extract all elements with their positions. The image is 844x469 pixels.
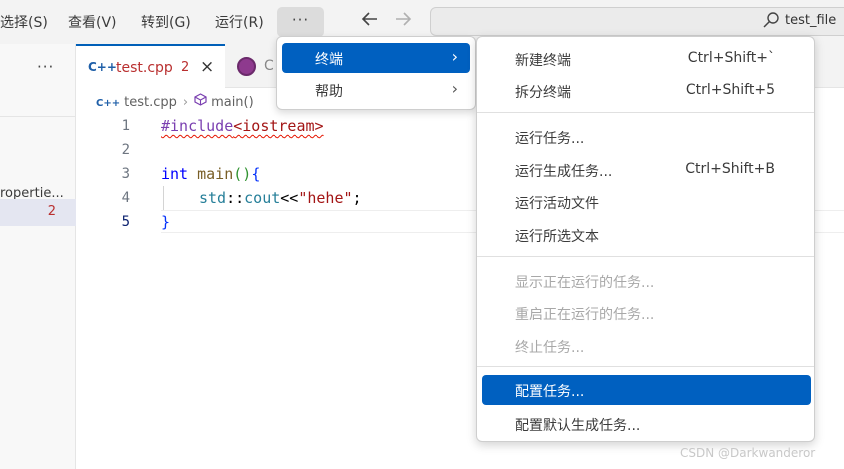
menu-item-label: 配置默认生成任务... bbox=[515, 418, 641, 434]
sidebar: ··· ropertie... 2 bbox=[0, 44, 76, 469]
arrow-right-icon[interactable] bbox=[394, 11, 412, 32]
menu-item-label: 帮助 bbox=[315, 84, 343, 100]
menu-item-configure-tasks[interactable]: 配置任务... bbox=[482, 375, 811, 405]
terminal-submenu: 新建终端 Ctrl+Shift+` 拆分终端 Ctrl+Shift+5 运行任务… bbox=[476, 36, 815, 442]
more-menus-dropdown: 终端 › 帮助 › bbox=[276, 36, 476, 110]
tab-label-second[interactable]: C bbox=[264, 58, 274, 74]
menu-item-shortcut: Ctrl+Shift+5 bbox=[685, 82, 775, 98]
line-number-current: 5 bbox=[121, 214, 130, 230]
menu-selection[interactable]: 选择(S) bbox=[0, 12, 48, 32]
menu-item-label: 运行任务... bbox=[515, 131, 585, 147]
symbol-method-icon bbox=[194, 93, 207, 110]
problem-count-badge: 2 bbox=[47, 204, 56, 219]
menu-run[interactable]: 运行(R) bbox=[215, 12, 264, 32]
more-menus-button[interactable]: ··· bbox=[277, 7, 324, 37]
scope-operator: :: bbox=[226, 189, 245, 207]
chevron-right-icon: › bbox=[182, 95, 189, 110]
code-line-3: int main(){ bbox=[161, 165, 260, 183]
line-number: 4 bbox=[121, 190, 130, 206]
search-label: test_file bbox=[785, 13, 837, 28]
menu-go[interactable]: 转到(G) bbox=[141, 12, 191, 32]
namespace: std bbox=[199, 189, 227, 207]
sidebar-divider bbox=[0, 116, 76, 117]
menu-separator bbox=[477, 112, 814, 113]
menu-item-restart-running-task: 重启正在运行的任务... bbox=[482, 298, 811, 328]
menu-item-new-terminal[interactable]: 新建终端 Ctrl+Shift+` bbox=[482, 44, 811, 74]
code-line-4: std::cout<<"hehe"; bbox=[199, 189, 362, 207]
menu-item-label: 运行活动文件 bbox=[515, 196, 599, 212]
breadcrumb: C++ test.cpp › main() bbox=[96, 93, 254, 110]
function-name: main bbox=[188, 165, 234, 183]
menu-item-label: 重启正在运行的任务... bbox=[515, 307, 655, 323]
menu-item-shortcut: Ctrl+Shift+B bbox=[685, 161, 775, 177]
sidebar-item-selected[interactable]: 2 bbox=[0, 199, 76, 226]
menu-item-label: 配置任务... bbox=[515, 384, 585, 400]
include-directive: #include bbox=[161, 117, 234, 135]
menu-item-shortcut: Ctrl+Shift+` bbox=[687, 50, 775, 66]
tab-test-cpp[interactable]: C++ test.cpp 2 × bbox=[76, 44, 225, 88]
menu-item-help[interactable]: 帮助 › bbox=[282, 75, 470, 105]
menu-item-run-selected-text[interactable]: 运行所选文本 bbox=[482, 220, 811, 250]
indent-guide bbox=[163, 186, 164, 210]
line-number: 1 bbox=[121, 118, 130, 134]
watermark: CSDN @Darkwanderor bbox=[680, 446, 816, 460]
code-line-1: #include<iostream> bbox=[161, 117, 324, 135]
menu-item-label: 显示正在运行的任务... bbox=[515, 275, 655, 291]
menu-item-label: 运行生成任务... bbox=[515, 164, 613, 180]
menu-view[interactable]: 查看(V) bbox=[68, 12, 117, 32]
open-brace: { bbox=[251, 165, 261, 183]
chevron-right-icon: › bbox=[451, 79, 458, 98]
menu-item-label: 终止任务... bbox=[515, 340, 585, 356]
code-line-5: } bbox=[161, 213, 170, 231]
menu-separator bbox=[477, 366, 814, 367]
menu-item-label: 新建终端 bbox=[515, 53, 571, 69]
menu-item-label: 终端 bbox=[315, 52, 343, 68]
chevron-right-icon: › bbox=[451, 47, 458, 66]
parens: () bbox=[233, 165, 252, 183]
menu-item-show-running-tasks: 显示正在运行的任务... bbox=[482, 266, 811, 296]
menu-item-label: 运行所选文本 bbox=[515, 229, 599, 245]
menu-item-split-terminal[interactable]: 拆分终端 Ctrl+Shift+5 bbox=[482, 76, 811, 106]
semicolon: ; bbox=[352, 189, 362, 207]
tab-label: test.cpp bbox=[116, 60, 173, 76]
close-icon[interactable]: × bbox=[200, 57, 214, 77]
type-keyword: int bbox=[161, 165, 189, 183]
command-center-search[interactable] bbox=[430, 7, 844, 36]
search-icon bbox=[762, 11, 780, 29]
sidebar-more-button[interactable]: ··· bbox=[37, 58, 54, 76]
menu-item-run-build-task[interactable]: 运行生成任务... Ctrl+Shift+B bbox=[482, 155, 811, 185]
arrow-left-icon[interactable] bbox=[361, 11, 379, 32]
tab-error-badge: 2 bbox=[181, 60, 190, 75]
cpp-file-icon: C++ bbox=[88, 60, 117, 74]
menu-item-run-active-file[interactable]: 运行活动文件 bbox=[482, 187, 811, 217]
breadcrumb-file[interactable]: test.cpp bbox=[124, 95, 177, 110]
c-cpp-extension-icon bbox=[237, 57, 256, 76]
string-literal: "hehe" bbox=[298, 189, 353, 207]
menu-item-configure-default-build-task[interactable]: 配置默认生成任务... bbox=[482, 409, 811, 439]
cpp-file-icon: C++ bbox=[96, 98, 121, 109]
stream-operator: << bbox=[280, 189, 299, 207]
menu-item-label: 拆分终端 bbox=[515, 85, 571, 101]
menu-item-run-task[interactable]: 运行任务... bbox=[482, 122, 811, 152]
line-number: 2 bbox=[121, 142, 130, 158]
menu-item-terminate-task: 终止任务... bbox=[482, 331, 811, 361]
breadcrumb-symbol[interactable]: main() bbox=[211, 95, 254, 110]
close-brace: } bbox=[161, 213, 171, 231]
menu-item-terminal[interactable]: 终端 › bbox=[282, 43, 470, 73]
menu-separator bbox=[477, 256, 814, 257]
line-number: 3 bbox=[121, 166, 130, 182]
cout-object: cout bbox=[244, 189, 281, 207]
include-header: <iostream> bbox=[233, 117, 324, 135]
